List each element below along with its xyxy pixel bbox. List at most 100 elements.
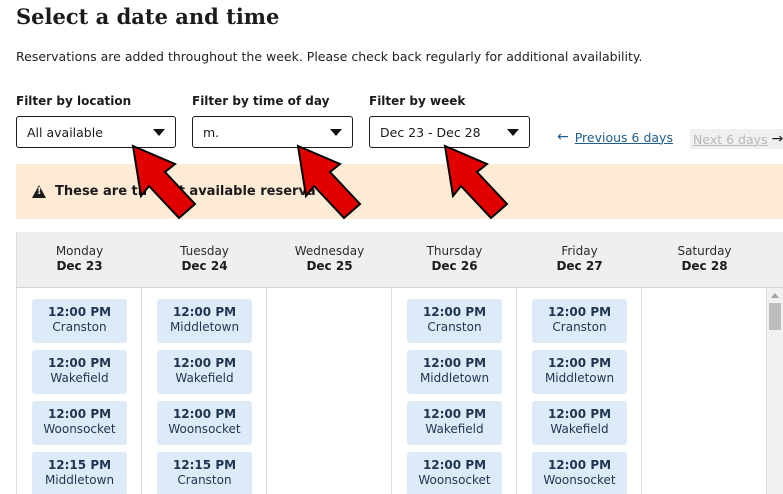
time-slot-button[interactable]: 12:00 PM Middletown (532, 350, 627, 394)
location-filter-value: All available (27, 124, 103, 140)
day-header: Friday Dec 27 (517, 232, 642, 288)
time-slot-button[interactable]: 12:00 PM Cranston (32, 299, 127, 343)
day-name: Thursday (426, 244, 483, 258)
day-date: Dec 27 (556, 259, 603, 273)
scroll-up-icon[interactable] (771, 293, 779, 298)
day-date: Dec 25 (306, 259, 353, 273)
slot-location: Woonsocket (168, 422, 241, 436)
slot-time: 12:00 PM (422, 458, 487, 472)
slot-location: Wakefield (50, 371, 109, 385)
vertical-scrollbar[interactable] (767, 288, 783, 494)
slot-time: 12:15 PM (47, 458, 112, 472)
time-slot-button[interactable]: 12:00 PM Wakefield (157, 350, 252, 394)
slot-location: Wakefield (550, 422, 609, 436)
previous-6-days-label: Previous 6 days (574, 129, 673, 145)
warning-icon (32, 185, 46, 198)
slot-time: 12:00 PM (547, 407, 612, 421)
next-6-days-link[interactable]: Next 6 days → (690, 129, 783, 149)
day-column (267, 288, 392, 494)
chevron-down-icon (330, 128, 342, 136)
chevron-down-icon (153, 128, 165, 136)
slot-time: 12:00 PM (422, 356, 487, 370)
day-header: Monday Dec 23 (17, 232, 142, 288)
calendar-header: Monday Dec 23 Tuesday Dec 24 Wednesday Dec 25… (17, 232, 783, 288)
day-date: Dec 28 (681, 259, 728, 273)
day-column: 12:00 PM Cranston 12:00 PM Middletown 12:00 … (517, 288, 642, 494)
arrow-left-icon: ← (557, 129, 569, 145)
slot-time: 12:00 PM (422, 305, 487, 319)
day-date: Dec 24 (181, 259, 228, 273)
time-slot-button[interactable]: 12:00 PM Middletown (407, 350, 502, 394)
alert-text: These are th t available reserva (55, 184, 316, 199)
intro-text: Reservations are added throughout the we… (16, 49, 643, 64)
time-filter-value: m. (203, 124, 220, 140)
time-slot-button[interactable]: 12:15 PM Middletown (32, 452, 127, 494)
day-name: Wednesday (294, 244, 365, 258)
week-filter-select[interactable]: Dec 23 - Dec 28 (369, 116, 530, 148)
slot-location: Middletown (169, 320, 240, 334)
arrow-right-icon: → (771, 131, 783, 147)
day-name: Tuesday (180, 244, 229, 258)
day-header: Thursday Dec 26 (392, 232, 517, 288)
slot-location: Woonsocket (543, 473, 616, 487)
time-slot-button[interactable]: 12:00 PM Woonsocket (407, 452, 502, 494)
day-header: Wednesday Dec 25 (267, 232, 392, 288)
slot-time: 12:00 PM (172, 407, 237, 421)
day-date: Dec 23 (56, 259, 103, 273)
slot-location: Middletown (544, 371, 615, 385)
time-slot-button[interactable]: 12:00 PM Middletown (157, 299, 252, 343)
slot-time: 12:00 PM (547, 356, 612, 370)
day-date: Dec 26 (431, 259, 478, 273)
slot-location: Cranston (552, 320, 607, 334)
day-name: Friday (561, 244, 598, 258)
day-column (642, 288, 767, 494)
time-slot-button[interactable]: 12:00 PM Wakefield (407, 401, 502, 445)
availability-alert: These are th t available reserva (16, 164, 783, 219)
day-column: 12:00 PM Middletown 12:00 PM Wakefield 12:00… (142, 288, 267, 494)
slot-location: Middletown (419, 371, 490, 385)
slot-location: Wakefield (425, 422, 484, 436)
time-slot-button[interactable]: 12:00 PM Woonsocket (532, 452, 627, 494)
time-slot-button[interactable]: 12:00 PM Wakefield (532, 401, 627, 445)
slot-location: Woonsocket (418, 473, 491, 487)
page-title: Select a date and time (16, 4, 280, 29)
time-filter-select[interactable]: m. (192, 116, 353, 148)
week-filter-label: Filter by week (369, 94, 466, 108)
chevron-down-icon (507, 128, 519, 136)
slot-location: Wakefield (175, 371, 234, 385)
scroll-thumb[interactable] (769, 303, 781, 330)
location-filter-select[interactable]: All available (16, 116, 176, 148)
slot-location: Cranston (177, 473, 232, 487)
time-slot-button[interactable]: 12:15 PM Cranston (157, 452, 252, 494)
slot-time: 12:00 PM (172, 356, 237, 370)
day-column: 12:00 PM Cranston 12:00 PM Middletown 12:00 … (392, 288, 517, 494)
slot-location: Middletown (44, 473, 115, 487)
previous-6-days-link[interactable]: ← Previous 6 days (557, 129, 673, 145)
slot-time: 12:00 PM (172, 305, 237, 319)
time-slot-button[interactable]: 12:00 PM Cranston (407, 299, 502, 343)
location-filter-label: Filter by location (16, 94, 132, 108)
time-slot-button[interactable]: 12:00 PM Woonsocket (157, 401, 252, 445)
day-name: Monday (55, 244, 104, 258)
next-6-days-label: Next 6 days (693, 131, 768, 147)
time-filter-label: Filter by time of day (192, 94, 330, 108)
slot-location: Cranston (427, 320, 482, 334)
slot-location: Cranston (52, 320, 107, 334)
slot-time: 12:00 PM (47, 356, 112, 370)
day-name: Saturday (677, 244, 732, 258)
time-slot-button[interactable]: 12:00 PM Wakefield (32, 350, 127, 394)
week-filter-value: Dec 23 - Dec 28 (380, 124, 481, 140)
slot-time: 12:00 PM (422, 407, 487, 421)
slot-location: Woonsocket (43, 422, 116, 436)
day-column: 12:00 PM Cranston 12:00 PM Wakefield 12:00 P… (17, 288, 142, 494)
calendar-grid: Monday Dec 23 Tuesday Dec 24 Wednesday Dec 25… (16, 232, 783, 494)
slot-time: 12:00 PM (47, 407, 112, 421)
slot-time: 12:15 PM (172, 458, 237, 472)
slot-time: 12:00 PM (47, 305, 112, 319)
day-header: Saturday Dec 28 (642, 232, 767, 288)
slot-time: 12:00 PM (547, 458, 612, 472)
time-slot-button[interactable]: 12:00 PM Woonsocket (32, 401, 127, 445)
time-slot-button[interactable]: 12:00 PM Cranston (532, 299, 627, 343)
day-header: Tuesday Dec 24 (142, 232, 267, 288)
slot-time: 12:00 PM (547, 305, 612, 319)
